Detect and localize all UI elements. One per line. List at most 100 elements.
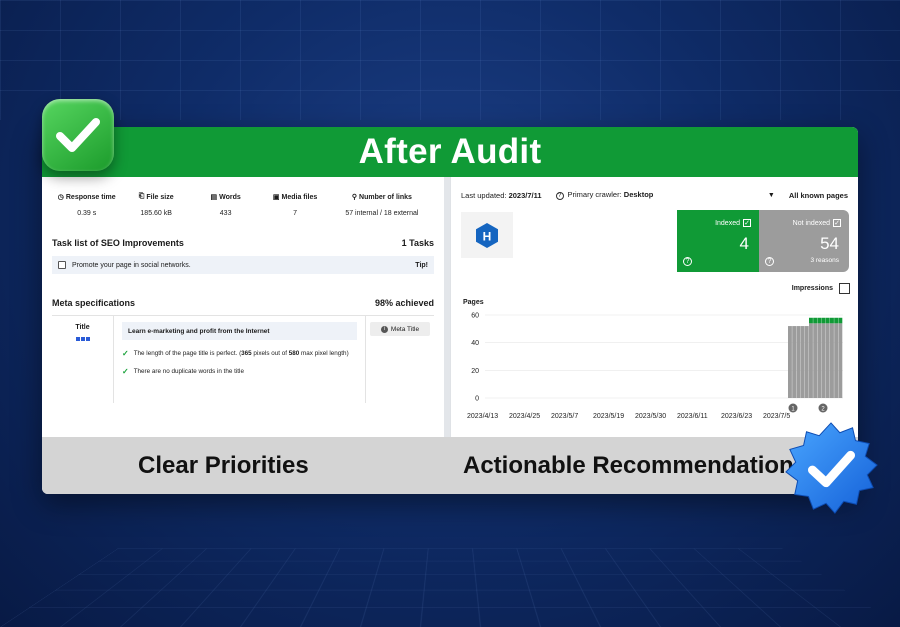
stat-value: 7: [293, 210, 298, 217]
bar-indexed: [817, 317, 822, 324]
hexagon-logo-icon: H: [476, 222, 498, 248]
stat-file-size: ⎗ File size 185.60 kB: [121, 193, 190, 217]
task-tag: Tip!: [415, 261, 428, 269]
bar-not-indexed: [830, 323, 834, 398]
task-list-title: Task list of SEO Improvements: [52, 238, 184, 248]
seo-report-panel: ◷ Response time 0.39 s ⎗ File size 185.60 …: [42, 177, 444, 437]
stat-response-time: ◷ Response time 0.39 s: [52, 193, 121, 218]
stat-label: Media files: [281, 193, 318, 201]
stat-words: ▤ Words 433: [191, 193, 260, 218]
logo-letter: H: [483, 229, 492, 243]
not-indexed-reasons: 3 reasons: [810, 257, 839, 264]
pages-filter-dropdown[interactable]: ▼ All known pages: [768, 191, 848, 200]
bar-not-indexed: [834, 323, 839, 398]
bar-not-indexed: [809, 323, 813, 398]
indexing-toolbar: Last updated: 2023/7/11 ? Primary crawler…: [451, 177, 858, 200]
check-text-part: max pixel length): [299, 350, 349, 357]
bar-indexed: [821, 317, 826, 324]
bar-indexed: [838, 317, 843, 324]
task-checkbox[interactable]: [58, 261, 66, 269]
x-tick-label: 2023/4/25: [509, 413, 540, 420]
impressions-label: Impressions: [791, 285, 833, 292]
help-icon[interactable]: ?: [683, 257, 692, 266]
check-text-part: pixels out of: [251, 350, 289, 357]
green-check-badge-icon: [42, 99, 114, 171]
bar-not-indexed: [817, 323, 822, 398]
meta-title-button-label: Meta Title: [390, 325, 420, 333]
task-text: Promote your page in social networks.: [72, 261, 191, 269]
last-updated-label: Last updated:: [461, 190, 507, 200]
banner-title: After Audit: [358, 132, 542, 171]
footer-left-caption: Clear Priorities: [138, 451, 309, 479]
bar-not-indexed: [800, 326, 805, 398]
indexed-card[interactable]: Indexed ✓ 4 ?: [677, 210, 759, 272]
check-duplicates-text: There are no duplicate words in the titl…: [133, 368, 244, 375]
x-tick-label: 2023/4/13: [467, 413, 498, 420]
caret-down-icon: ▼: [767, 191, 775, 199]
not-indexed-label-row: Not indexed ✓: [793, 219, 841, 227]
not-indexed-count: 54: [820, 234, 839, 253]
y-tick-label: 0: [475, 396, 479, 403]
stat-media-files: ▣ Media files 7: [260, 193, 329, 218]
not-indexed-card[interactable]: Not indexed ✓ 54 ? 3 reasons: [759, 210, 849, 272]
meta-title-button[interactable]: i Meta Title: [370, 322, 430, 336]
indexing-panel: Last updated: 2023/7/11 ? Primary crawler…: [450, 177, 858, 437]
primary-crawler: ? Primary crawler: Desktop: [555, 190, 653, 200]
clock-icon: ◷: [57, 194, 64, 201]
link-icon: ⚲: [351, 194, 358, 201]
stat-value: 57 internal / 18 external: [345, 210, 419, 217]
impressions-checkbox[interactable]: [839, 283, 850, 294]
last-updated: Last updated: 2023/7/11: [461, 191, 542, 200]
y-tick-label: 40: [471, 340, 479, 347]
check-title-length-text: The length of the page title is perfect.…: [134, 350, 349, 357]
x-tick-label: 2023/7/5: [763, 413, 790, 420]
bar-indexed: [809, 317, 813, 324]
bar-not-indexed: [825, 323, 830, 398]
bar-not-indexed: [796, 326, 801, 398]
footer-captions: Clear Priorities Actionable Recommendati…: [42, 437, 858, 494]
meta-title-value: Learn e-marketing and profit from the In…: [122, 322, 357, 340]
bar-not-indexed: [788, 326, 792, 398]
stat-label: File size: [146, 193, 174, 201]
help-icon[interactable]: ?: [765, 257, 774, 266]
banner: After Audit: [42, 127, 858, 177]
site-logo: H: [461, 212, 513, 258]
background-grid-floor: [0, 548, 900, 627]
help-icon: ?: [555, 192, 564, 200]
stat-value: 433: [219, 210, 232, 217]
info-icon: i: [380, 325, 388, 333]
check-duplicates: ✓ There are no duplicate words in the ti…: [122, 367, 357, 376]
checkbox-checked-icon[interactable]: ✓: [743, 219, 751, 227]
x-tick-label: 2023/6/11: [677, 413, 708, 420]
blue-verified-badge-icon: [785, 422, 878, 514]
bar-indexed: [830, 317, 834, 324]
check-pixels: 365: [241, 350, 252, 357]
bar-not-indexed: [838, 323, 843, 398]
bar-indexed: [813, 317, 818, 324]
bar-indexed: [825, 317, 830, 324]
x-tick-label: 2023/5/19: [593, 413, 624, 420]
not-indexed-label: Not indexed: [792, 219, 830, 227]
stat-links: ⚲ Number of links 57 internal / 18 extern…: [330, 193, 434, 218]
impressions-toggle[interactable]: Impressions: [792, 283, 850, 294]
meta-row-label-cell: Title: [52, 316, 114, 403]
pages-chart: 60 40 20 0 2023/4/13 2023/4/25 2023/5/7 2023/5/…: [467, 313, 843, 420]
crawler-label: Primary crawler:: [567, 190, 622, 199]
task-item[interactable]: Promote your page in social networks. Ti…: [52, 256, 434, 274]
last-updated-date: 2023/7/11: [508, 190, 542, 200]
document-icon: ▤: [210, 194, 218, 201]
stat-label: Response time: [65, 193, 116, 201]
meta-spec-header: Meta specifications 98% achieved: [42, 298, 444, 308]
meta-details-cell: Learn e-marketing and profit from the In…: [114, 316, 366, 403]
stat-value: 185.60 kB: [140, 210, 172, 217]
footer-right-caption: Actionable Recommendations: [463, 451, 808, 479]
audit-card: After Audit ◷ Response time 0.39 s ⎗ File …: [42, 127, 858, 494]
checkbox-checked-icon[interactable]: ✓: [833, 219, 841, 227]
panels: ◷ Response time 0.39 s ⎗ File size 185.60 …: [42, 177, 858, 437]
indexed-count: 4: [739, 234, 749, 253]
meta-spec-table: Title Learn e-marketing and profit from …: [52, 315, 434, 403]
indexed-label-row: Indexed ✓: [715, 219, 751, 227]
x-tick-label: 2023/6/23: [721, 413, 752, 420]
check-max-pixels: 580: [288, 350, 300, 357]
page-stats: ◷ Response time 0.39 s ⎗ File size 185.60 …: [42, 177, 444, 217]
